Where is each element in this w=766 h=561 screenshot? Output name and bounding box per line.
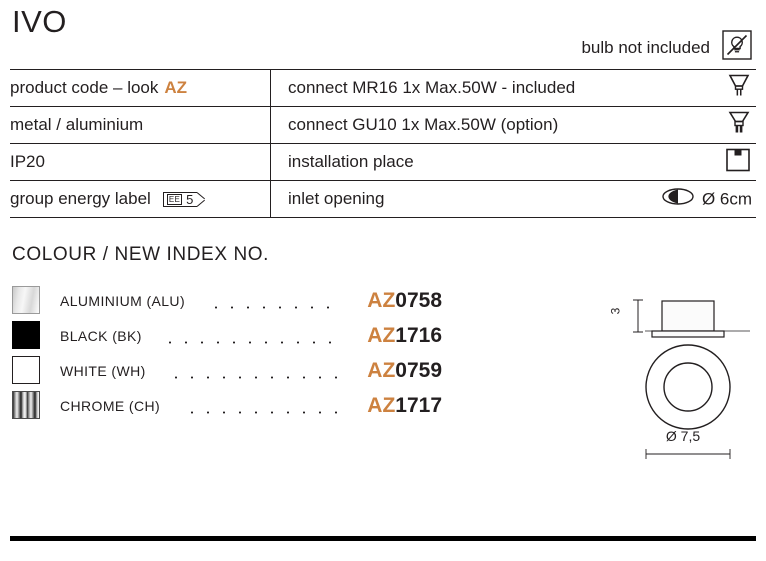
spec-right-cell: inlet opening Ø 6cm: [288, 181, 756, 217]
dot-leader: [162, 341, 340, 344]
list-item: CHROME (CH) AZ 1717: [12, 388, 442, 423]
column-divider: [270, 107, 271, 143]
white-swatch: [12, 356, 40, 384]
technical-drawing: 3 Ø 7,5: [600, 282, 766, 467]
inlet-opening-value-group: Ø 6cm: [661, 187, 752, 212]
specification-table: product code – look AZ connect MR16 1x M…: [10, 69, 756, 218]
colour-name: WHITE (WH): [60, 362, 146, 379]
bulb-note-label: bulb not included: [581, 38, 710, 57]
energy-label-badge: EE 5: [162, 191, 207, 208]
colour-code-prefix: AZ: [367, 288, 396, 312]
column-divider: [270, 70, 271, 106]
diameter-dimension-label: Ø 7,5: [665, 428, 701, 444]
colour-name: ALUMINIUM (ALU): [60, 292, 186, 309]
mr16-lamp-icon: [726, 71, 752, 106]
energy-badge-prefix: EE: [166, 193, 183, 205]
dot-leader: [184, 411, 340, 414]
column-divider: [270, 181, 271, 217]
spec-left-cell: IP20: [10, 144, 268, 180]
spec-left-cell: product code – look AZ: [10, 70, 268, 106]
colour-name: CHROME (CH): [60, 397, 161, 414]
chrome-swatch: [12, 391, 40, 419]
product-code-label: product code – look: [10, 78, 159, 97]
colour-list: ALUMINIUM (ALU) AZ 0758 BLACK (BK) AZ 1716…: [12, 283, 442, 423]
aluminium-swatch: [12, 286, 40, 314]
spec-right-cell: connect GU10 1x Max.50W (option): [288, 107, 756, 143]
gu10-lamp-icon: [726, 108, 752, 143]
dot-leader: [208, 306, 340, 309]
list-item: WHITE (WH) AZ 0759: [12, 353, 442, 388]
ip-rating-label: IP20: [10, 152, 45, 171]
colour-code: AZ 0759: [367, 353, 442, 388]
inlet-opening-label: inlet opening: [288, 189, 385, 208]
table-row: metal / aluminium connect GU10 1x Max.50…: [10, 106, 756, 143]
table-row: product code – look AZ connect MR16 1x M…: [10, 69, 756, 106]
energy-badge-value: 5: [186, 191, 194, 207]
list-item: ALUMINIUM (ALU) AZ 0758: [12, 283, 442, 318]
spec-left-cell: group energy label EE 5: [10, 181, 268, 217]
ceiling-mount-icon: [724, 146, 752, 179]
colour-section-heading: COLOUR / NEW INDEX NO.: [12, 244, 270, 265]
energy-label-text: group energy label: [10, 189, 151, 208]
colour-code: AZ 1716: [367, 318, 442, 353]
connect-gu10-label: connect GU10 1x Max.50W (option): [288, 115, 559, 134]
connect-mr16-label: connect MR16 1x Max.50W - included: [288, 78, 576, 97]
list-item: BLACK (BK) AZ 1716: [12, 318, 442, 353]
footer-rule: [10, 536, 756, 541]
colour-code: AZ 1717: [367, 388, 442, 423]
product-code-accent: AZ: [164, 78, 188, 97]
table-row: IP20 installation place: [10, 143, 756, 180]
black-swatch: [12, 321, 40, 349]
dot-leader: [168, 376, 340, 379]
material-label: metal / aluminium: [10, 115, 144, 134]
spec-right-cell: installation place: [288, 144, 756, 180]
spec-right-cell: connect MR16 1x Max.50W - included: [288, 70, 756, 106]
height-dimension-label: 3: [608, 307, 623, 315]
spec-left-cell: metal / aluminium: [10, 107, 268, 143]
colour-code: AZ 0758: [367, 283, 442, 318]
colour-code-number: 0758: [395, 288, 442, 312]
colour-code-prefix: AZ: [367, 323, 396, 347]
energy-badge-arrow-icon: [197, 191, 206, 208]
colour-code-number: 1716: [395, 323, 442, 347]
column-divider: [270, 144, 271, 180]
colour-code-prefix: AZ: [367, 358, 396, 382]
inlet-opening-icon: [661, 187, 695, 212]
colour-name: BLACK (BK): [60, 327, 142, 344]
installation-place-label: installation place: [288, 152, 414, 171]
table-row: group energy label EE 5 inlet opening Ø …: [10, 180, 756, 218]
colour-code-number: 1717: [395, 393, 442, 417]
colour-code-number: 0759: [395, 358, 442, 382]
colour-code-prefix: AZ: [367, 393, 396, 417]
page-title: IVO: [12, 4, 67, 39]
bulb-not-included-icon: [722, 30, 752, 60]
inlet-opening-dimension: Ø 6cm: [701, 189, 752, 208]
